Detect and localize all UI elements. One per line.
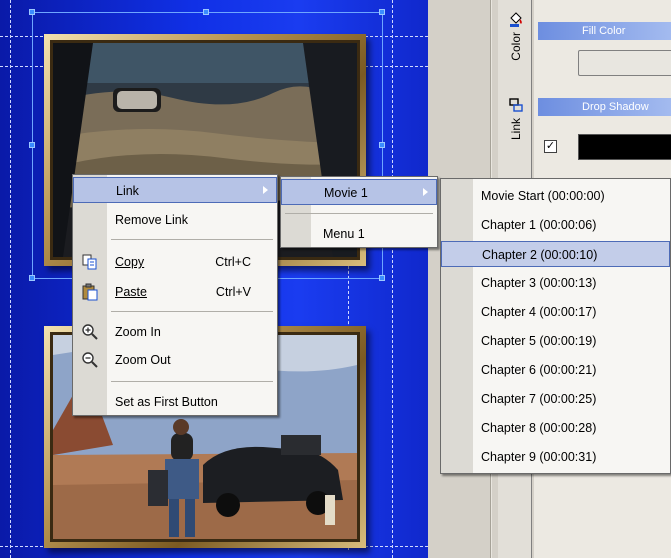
menu-item-zoom-out[interactable]: Zoom Out <box>73 347 277 373</box>
menu-item-remove-link[interactable]: Remove Link <box>73 207 277 233</box>
chapter-menu-item[interactable]: Chapter 2 (00:00:10) <box>441 241 670 267</box>
paste-icon <box>82 283 98 301</box>
link-submenu: Movie 1 Menu 1 <box>280 176 438 248</box>
menu-separator <box>111 311 273 312</box>
resize-handle[interactable] <box>379 9 385 15</box>
menu-item-link-label: Link <box>116 184 139 198</box>
submenu-item-movie-1-label: Movie 1 <box>324 186 368 200</box>
menu-item-copy[interactable]: Copy Ctrl+C <box>73 249 277 275</box>
chapter-submenu: Movie Start (00:00:00) Chapter 1 (00:00:0… <box>440 178 671 474</box>
chapter-menu-item[interactable]: Chapter 7 (00:00:25) <box>441 386 670 412</box>
submenu-item-menu-1[interactable]: Menu 1 <box>281 221 437 247</box>
chapter-menu-item[interactable]: Chapter 9 (00:00:31) <box>441 444 670 470</box>
copy-shortcut: Ctrl+C <box>215 255 251 269</box>
context-menu: Link Remove Link Copy Ctrl+C Paste Ctrl+… <box>72 174 278 416</box>
submenu-item-menu-1-label: Menu 1 <box>323 227 365 241</box>
fill-color-header: Fill Color <box>538 22 671 40</box>
paint-bucket-icon <box>510 12 522 27</box>
submenu-arrow-icon <box>423 188 428 196</box>
chapter-menu-item-label: Movie Start (00:00:00) <box>481 189 605 203</box>
tab-link-label: Link <box>509 118 523 141</box>
shadow-color-swatch[interactable] <box>578 134 671 160</box>
tab-color[interactable]: Color <box>502 10 530 61</box>
resize-handle[interactable] <box>29 275 35 281</box>
link-chain-icon <box>509 98 523 112</box>
drop-shadow-checkbox[interactable]: ✓ <box>544 140 557 153</box>
resize-handle[interactable] <box>203 9 209 15</box>
zoom-out-icon <box>82 352 98 368</box>
guide-line <box>10 0 11 558</box>
fill-color-picker[interactable] <box>578 50 671 76</box>
menu-item-paste[interactable]: Paste Ctrl+V <box>73 279 277 305</box>
chapter-menu-item-label: Chapter 1 (00:00:06) <box>481 218 597 232</box>
chapter-menu-item-label: Chapter 4 (00:00:17) <box>481 305 597 319</box>
menu-item-link[interactable]: Link <box>73 177 277 203</box>
menu-item-remove-link-label: Remove Link <box>115 213 188 227</box>
chapter-menu-item-label: Chapter 5 (00:00:19) <box>481 334 597 348</box>
menu-item-set-first-button-label: Set as First Button <box>115 395 218 409</box>
menu-item-zoom-out-label: Zoom Out <box>115 353 171 367</box>
tab-link[interactable]: Link <box>502 96 530 140</box>
menu-item-zoom-in[interactable]: Zoom In <box>73 319 277 345</box>
resize-handle[interactable] <box>29 142 35 148</box>
chapter-menu-item[interactable]: Chapter 8 (00:00:28) <box>441 415 670 441</box>
resize-handle[interactable] <box>379 142 385 148</box>
menu-item-set-first-button[interactable]: Set as First Button <box>73 389 277 415</box>
chapter-menu-item-label: Chapter 8 (00:00:28) <box>481 421 597 435</box>
zoom-in-icon <box>82 324 98 340</box>
chapter-menu-item[interactable]: Movie Start (00:00:00) <box>441 183 670 209</box>
chapter-menu-item-label: Chapter 6 (00:00:21) <box>481 363 597 377</box>
guide-line <box>392 0 393 558</box>
chapter-menu-item[interactable]: Chapter 5 (00:00:19) <box>441 328 670 354</box>
chapter-menu-item[interactable]: Chapter 3 (00:00:13) <box>441 270 670 296</box>
copy-icon <box>82 254 97 270</box>
chapter-menu-item[interactable]: Chapter 4 (00:00:17) <box>441 299 670 325</box>
menu-item-zoom-in-label: Zoom In <box>115 325 161 339</box>
resize-handle[interactable] <box>379 275 385 281</box>
resize-handle[interactable] <box>29 9 35 15</box>
menu-separator <box>111 381 273 382</box>
menu-item-paste-label: Paste <box>115 285 147 299</box>
drop-shadow-header: Drop Shadow <box>538 98 671 116</box>
tab-color-label: Color <box>509 32 523 61</box>
menu-separator <box>285 213 433 214</box>
paste-shortcut: Ctrl+V <box>215 285 251 299</box>
chapter-menu-item-label: Chapter 2 (00:00:10) <box>482 248 598 262</box>
chapter-menu-item[interactable]: Chapter 6 (00:00:21) <box>441 357 670 383</box>
chapter-menu-item-label: Chapter 7 (00:00:25) <box>481 392 597 406</box>
menu-separator <box>111 239 273 240</box>
chapter-menu-item-label: Chapter 3 (00:00:13) <box>481 276 597 290</box>
chapter-menu-item-label: Chapter 9 (00:00:31) <box>481 450 597 464</box>
menu-item-copy-label: Copy <box>115 255 145 269</box>
submenu-item-movie-1[interactable]: Movie 1 <box>281 179 437 205</box>
chapter-menu-item[interactable]: Chapter 1 (00:00:06) <box>441 212 670 238</box>
submenu-arrow-icon <box>263 186 268 194</box>
